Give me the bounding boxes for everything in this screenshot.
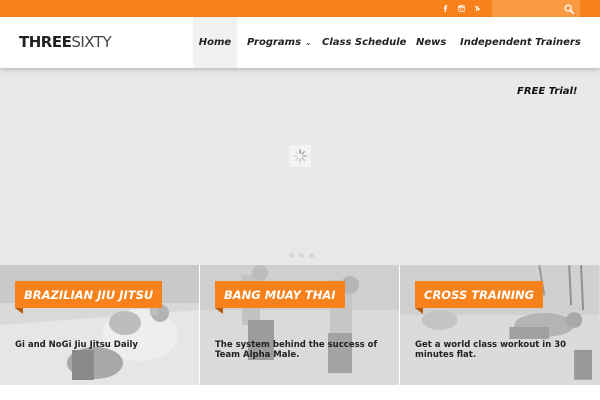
nav-home-label: Home [198,37,232,48]
nav-programs-label: Programs [247,37,302,48]
search-icon[interactable] [561,1,577,16]
program-card-bjj-description: Gi and NoGi Jiu Jitsu Daily [15,340,138,350]
youtube-icon[interactable] [471,3,483,14]
program-card-muay-thai-title: BANG MUAY THAI [215,281,345,314]
nav-independent-trainers-label: Independent Trainers [460,37,581,48]
nav-programs[interactable]: Programs ⌄ [247,17,312,68]
program-card-bjj-title: BRAZILIAN JIU JITSU [14,281,163,314]
loading-spinner-icon [289,145,311,167]
slider-dot-1[interactable] [289,253,294,258]
program-card-cross-training[interactable]: CROSS TRAINING Get a world class workout… [400,265,600,385]
search-input[interactable] [492,0,562,17]
instagram-icon[interactable] [455,3,467,14]
nav-class-schedule-label: Class Schedule [322,37,407,48]
program-card-muay-thai[interactable]: BANG MUAY THAI The system behind the suc… [200,265,399,385]
facebook-icon[interactable] [439,3,451,14]
nav-home[interactable]: Home [193,17,237,68]
program-card-bjj[interactable]: BRAZILIAN JIU JITSU Gi and NoGi Jiu Jits… [0,265,199,385]
nav-news-label: News [416,37,447,48]
slider-dot-2[interactable] [299,253,304,258]
logo-bold-text: THREE [19,33,72,51]
program-card-cross-training-description: Get a world class workout in 30 minutes … [415,340,567,360]
slider-dot-3[interactable] [309,253,314,258]
page: THREESIXTY Home Programs ⌄ Class Schedul… [0,0,600,400]
nav-independent-trainers[interactable]: Independent Trainers [460,17,581,68]
logo-light-text: SIXTY [71,33,112,51]
free-trial-link[interactable]: FREE Trial! [517,86,578,97]
logo[interactable]: THREESIXTY [19,33,112,51]
nav-news[interactable]: News [416,17,446,68]
program-card-cross-training-title: CROSS TRAINING [415,281,544,314]
top-bar [0,0,600,17]
program-card-muay-thai-description: The system behind the success of Team Al… [215,340,378,360]
header: THREESIXTY Home Programs ⌄ Class Schedul… [0,17,600,68]
nav-class-schedule[interactable]: Class Schedule [322,17,406,68]
chevron-down-icon: ⌄ [305,38,312,47]
